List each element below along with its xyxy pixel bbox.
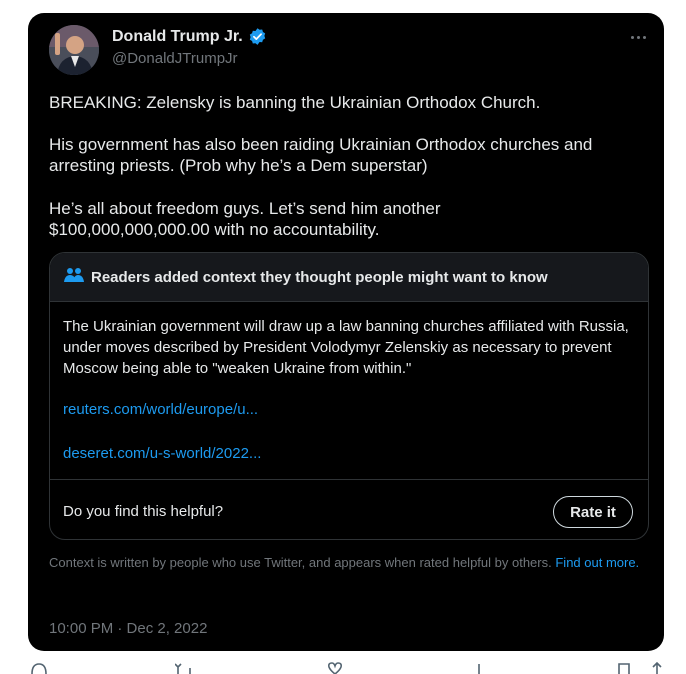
author-handle[interactable]: @DonaldJTrumpJr xyxy=(112,50,238,67)
tweet-card[interactable]: Donald Trump Jr. @DonaldJTrumpJr BREAKIN… xyxy=(28,13,664,651)
source-link-deseret[interactable]: deseret.com/u-s-world/2022... xyxy=(63,445,261,462)
context-footer-text: Context is written by people who use Twi… xyxy=(49,555,552,570)
community-note-title: Readers added context they thought peopl… xyxy=(91,268,548,286)
like-icon[interactable] xyxy=(326,662,344,674)
reply-icon[interactable] xyxy=(30,662,48,674)
author-name-row: Donald Trump Jr. xyxy=(112,27,267,46)
source-link-reuters[interactable]: reuters.com/world/europe/u... xyxy=(63,401,258,418)
community-note: Readers added context they thought peopl… xyxy=(49,252,649,540)
tweet-timestamp[interactable]: 10:00 PM · Dec 2, 2022 xyxy=(49,620,207,637)
tweet-text-line3: He’s all about freedom guys. Let’s send … xyxy=(49,199,441,239)
views-icon[interactable] xyxy=(474,662,484,674)
avatar[interactable] xyxy=(49,25,99,75)
community-note-header: Readers added context they thought peopl… xyxy=(50,253,648,302)
tweet-text-line2: His government has also been raiding Ukr… xyxy=(49,135,593,175)
tweet-text-line1: BREAKING: Zelensky is banning the Ukrain… xyxy=(49,93,541,112)
share-icon[interactable] xyxy=(650,662,664,674)
more-icon[interactable] xyxy=(625,30,651,44)
author-name[interactable]: Donald Trump Jr. xyxy=(112,28,243,46)
verified-badge-icon xyxy=(248,27,267,46)
people-icon xyxy=(64,267,84,288)
bookmark-icon[interactable] xyxy=(617,662,631,674)
divider xyxy=(50,479,648,480)
community-note-body: The Ukrainian government will draw up a … xyxy=(63,318,629,377)
retweet-icon[interactable] xyxy=(175,662,193,674)
rate-it-button[interactable]: Rate it xyxy=(553,496,633,528)
action-bar xyxy=(0,662,686,674)
context-footer: Context is written by people who use Twi… xyxy=(49,554,649,571)
find-out-more-link[interactable]: Find out more. xyxy=(555,555,639,570)
helpful-question: Do you find this helpful? xyxy=(63,503,224,520)
